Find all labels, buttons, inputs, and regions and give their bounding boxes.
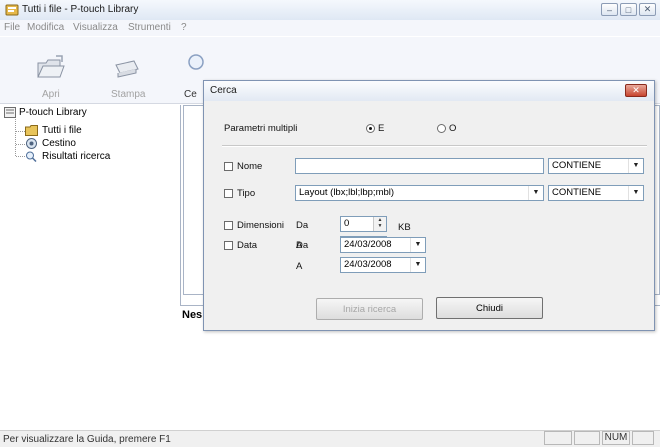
- data-to-label: A: [296, 261, 303, 272]
- tipo-value: Layout (lbx;lbl;lbp;mbl): [299, 187, 395, 198]
- chevron-down-icon: ▼: [410, 258, 425, 272]
- tipo-operator-select[interactable]: CONTIENE ▼: [548, 185, 644, 201]
- nome-label: Nome: [237, 161, 263, 172]
- nome-operator-select[interactable]: CONTIENE ▼: [548, 158, 644, 174]
- spinner-arrows-icon[interactable]: ▲▼: [373, 217, 386, 231]
- date-from-picker[interactable]: 24/03/2008 ▼: [340, 237, 426, 253]
- close-dialog-button[interactable]: Chiudi: [436, 297, 543, 319]
- trash-icon: [26, 138, 37, 149]
- data-from-label: Da: [296, 240, 309, 251]
- date-to-picker[interactable]: 24/03/2008 ▼: [340, 257, 426, 273]
- dimensioni-from-label: Da: [296, 220, 309, 231]
- radio-or-label: O: [449, 123, 457, 134]
- toolbar-search-label: Ce: [184, 89, 197, 100]
- chevron-down-icon: ▼: [628, 159, 643, 173]
- radio-and[interactable]: [366, 124, 375, 133]
- multi-params-label: Parametri multipli: [224, 123, 298, 134]
- app-icon: [5, 3, 19, 17]
- tree-item-trash[interactable]: Cestino: [25, 138, 76, 149]
- toolbar-open-label: Apri: [42, 89, 60, 100]
- menu-help[interactable]: ?: [181, 22, 187, 33]
- status-help-text: Per visualizzare la Guida, premere F1: [3, 434, 171, 445]
- tipo-label: Tipo: [237, 188, 256, 199]
- tree-connector: [16, 131, 25, 132]
- tree-connector: [15, 116, 16, 156]
- chevron-down-icon: ▼: [528, 186, 543, 200]
- dimensioni-checkbox[interactable]: [224, 221, 233, 230]
- dialog-title: Cerca: [210, 85, 237, 96]
- dimensioni-from-stepper[interactable]: 0 ▲ ▼: [340, 216, 387, 232]
- window-title: Tutti i file - P-touch Library: [22, 4, 139, 15]
- tree-item-label: Cestino: [42, 138, 76, 149]
- open-folder-icon[interactable]: [36, 55, 66, 84]
- folder-icon: [25, 125, 38, 136]
- radio-and-label: E: [378, 123, 385, 134]
- menu-file[interactable]: File: [4, 22, 20, 33]
- nome-checkbox[interactable]: [224, 162, 233, 171]
- dialog-title-bar: [204, 81, 654, 101]
- tipo-checkbox[interactable]: [224, 189, 233, 198]
- search-dialog: [203, 80, 655, 331]
- start-search-button[interactable]: Inizia ricerca: [316, 298, 423, 320]
- toolbar-print-label: Stampa: [111, 89, 146, 100]
- minimize-button[interactable]: –: [601, 3, 618, 16]
- tipo-select[interactable]: Layout (lbx;lbl;lbp;mbl) ▼: [295, 185, 544, 201]
- print-icon[interactable]: [112, 55, 140, 84]
- menu-modifica[interactable]: Modifica: [27, 22, 64, 33]
- radio-or[interactable]: [437, 124, 446, 133]
- tree-item-all-files[interactable]: Tutti i file: [25, 125, 82, 136]
- status-num: NUM: [602, 431, 630, 445]
- tree-root-label: P-touch Library: [19, 107, 87, 118]
- dialog-close-button[interactable]: ✕: [625, 84, 647, 97]
- tree-item-label: Tutti i file: [42, 125, 82, 136]
- dimensioni-label: Dimensioni: [237, 220, 284, 231]
- tree-connector: [16, 156, 25, 157]
- menu-visualizza[interactable]: Visualizza: [73, 22, 118, 33]
- maximize-button[interactable]: □: [620, 3, 637, 16]
- status-panel: [632, 431, 654, 445]
- tipo-operator-value: CONTIENE: [552, 187, 602, 198]
- status-panel: [574, 431, 600, 445]
- chevron-down-icon: ▼: [410, 238, 425, 252]
- tree-connector: [16, 144, 25, 145]
- divider: [222, 145, 647, 147]
- close-icon: ✕: [632, 85, 640, 95]
- dimensioni-from-value: 0: [344, 218, 350, 229]
- date-to-value: 24/03/2008: [344, 259, 392, 270]
- tree-item-label: Risultati ricerca: [42, 151, 111, 162]
- data-label: Data: [237, 240, 258, 251]
- chevron-down-icon: ▼: [628, 186, 643, 200]
- preview-text: Nes: [182, 309, 203, 321]
- minimize-icon: –: [606, 4, 612, 15]
- close-button[interactable]: ✕: [639, 3, 656, 16]
- search-results-icon: [26, 151, 37, 162]
- library-icon: [4, 107, 16, 118]
- data-checkbox[interactable]: [224, 241, 233, 250]
- nome-input[interactable]: [295, 158, 544, 174]
- tree-item-search-results[interactable]: Risultati ricerca: [25, 151, 110, 162]
- nome-operator-value: CONTIENE: [552, 160, 602, 171]
- status-panel: [544, 431, 572, 445]
- date-from-value: 24/03/2008: [344, 239, 392, 250]
- search-icon[interactable]: [186, 52, 204, 73]
- maximize-icon: □: [625, 4, 632, 15]
- menu-strumenti[interactable]: Strumenti: [128, 22, 171, 33]
- tree-root[interactable]: P-touch Library: [4, 107, 87, 118]
- close-icon: ✕: [643, 4, 652, 14]
- dimensioni-from-unit: KB: [398, 222, 411, 233]
